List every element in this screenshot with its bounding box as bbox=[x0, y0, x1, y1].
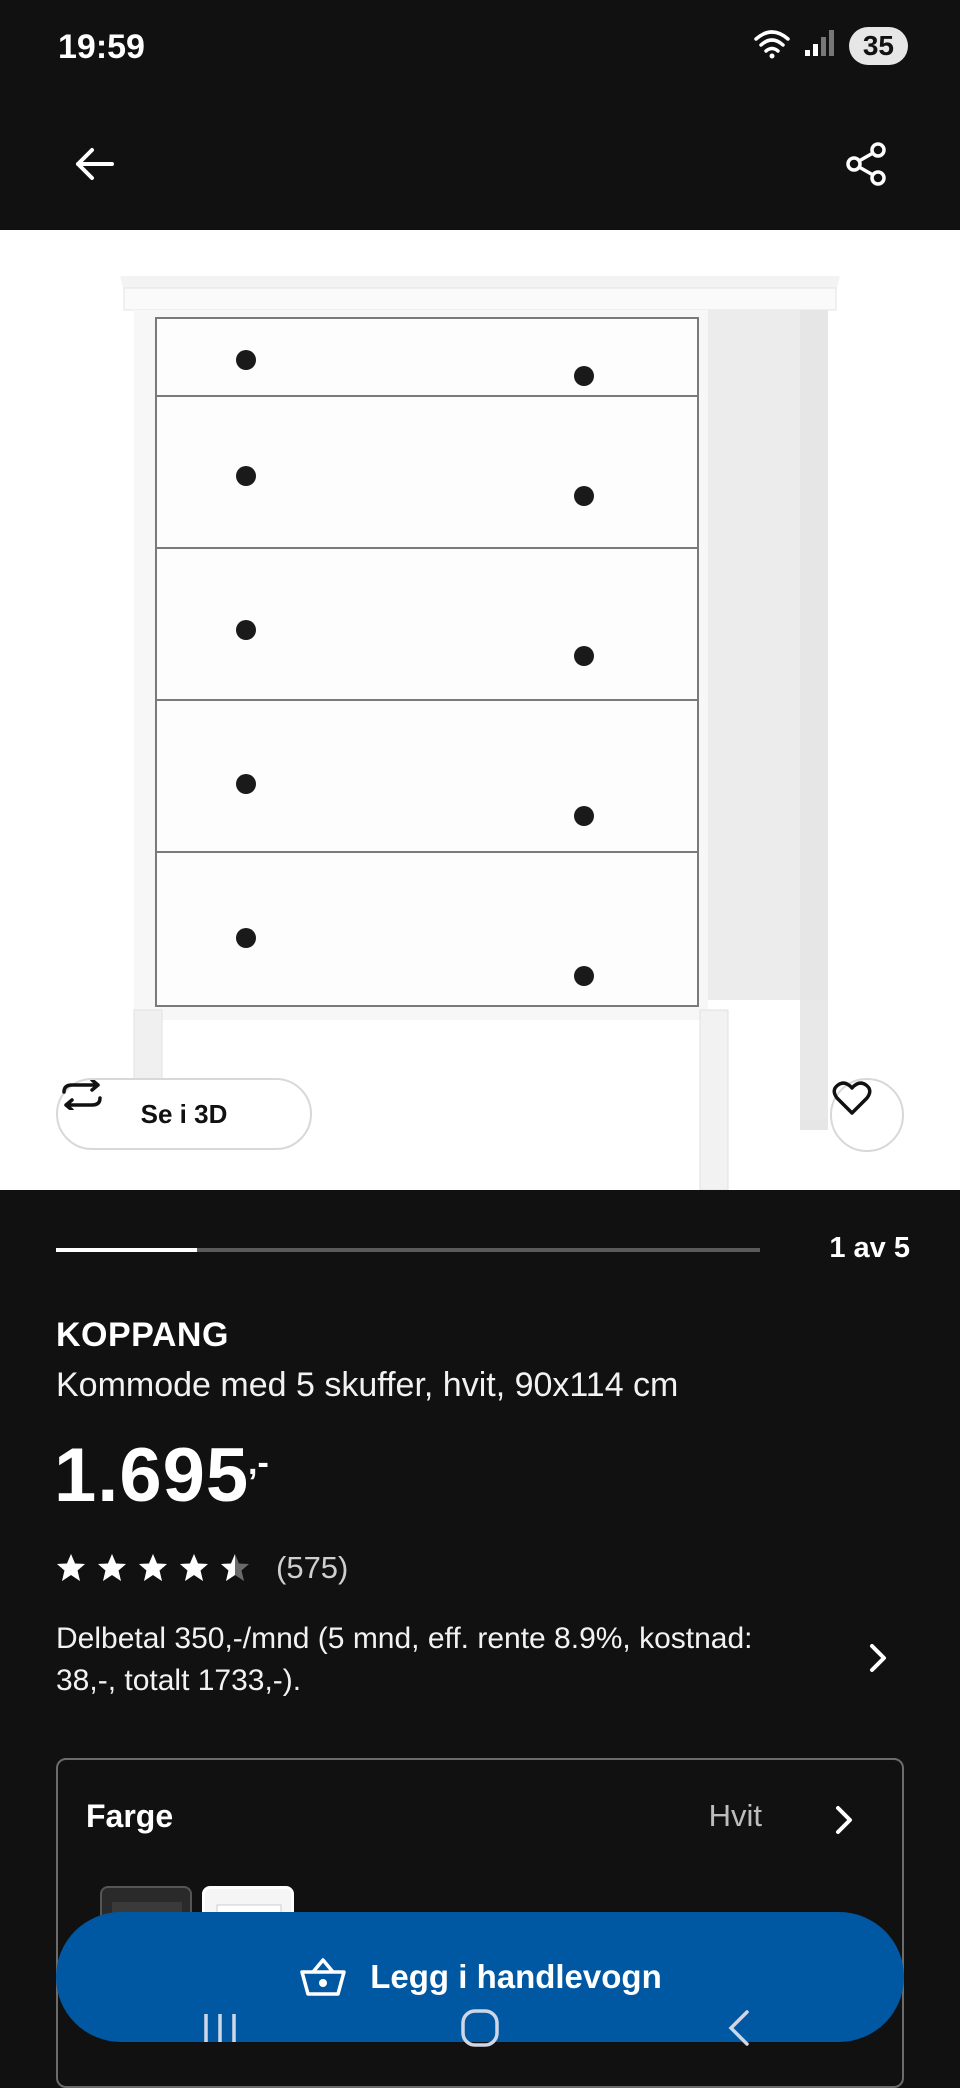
price-suffix: ,- bbox=[248, 1444, 269, 1482]
favorite-button[interactable] bbox=[830, 1078, 904, 1152]
rotate-arrows-icon bbox=[62, 1080, 102, 1110]
product-brand: KOPPANG bbox=[56, 1316, 229, 1354]
status-icons: 35 bbox=[753, 26, 908, 65]
heart-icon bbox=[832, 1081, 872, 1115]
review-count: (575) bbox=[276, 1550, 349, 1585]
chevron-right-icon[interactable] bbox=[858, 1638, 898, 1678]
rating-stars bbox=[56, 1553, 250, 1583]
home-icon bbox=[461, 2009, 499, 2047]
share-button[interactable] bbox=[822, 120, 910, 208]
see-in-3d-button[interactable]: Se i 3D bbox=[56, 1078, 312, 1150]
star-icon bbox=[57, 1554, 85, 1581]
star-icon bbox=[221, 1554, 249, 1581]
color-value: Hvit bbox=[708, 1798, 762, 1833]
battery-icon: 35 bbox=[848, 26, 908, 65]
recent-apps-button[interactable] bbox=[190, 2006, 250, 2050]
product-image[interactable]: Se i 3D bbox=[0, 230, 960, 1190]
share-icon bbox=[846, 142, 886, 186]
color-label: Farge bbox=[86, 1798, 174, 1834]
chevron-right-icon bbox=[836, 1806, 852, 1834]
dresser-illustration bbox=[120, 276, 840, 1190]
see-in-3d-label: Se i 3D bbox=[140, 1098, 228, 1129]
recent-apps-icon bbox=[204, 2014, 236, 2042]
gallery-progress-fill bbox=[56, 1248, 197, 1252]
add-to-cart-label: Legg i handlevogn bbox=[370, 1958, 662, 1995]
back-button[interactable] bbox=[50, 120, 138, 208]
star-icon bbox=[98, 1554, 126, 1581]
product-description: Kommode med 5 skuffer, hvit, 90x114 cm bbox=[56, 1366, 679, 1404]
battery-level: 35 bbox=[862, 29, 894, 61]
signal-icon bbox=[803, 28, 837, 63]
wifi-icon bbox=[753, 26, 791, 65]
star-icon bbox=[180, 1554, 208, 1581]
back-icon bbox=[728, 2010, 749, 2046]
status-time: 19:59 bbox=[58, 28, 145, 66]
gallery-counter: 1 av 5 bbox=[829, 1232, 910, 1264]
gallery-progress bbox=[56, 1248, 760, 1252]
home-button[interactable] bbox=[450, 2006, 510, 2050]
star-icon bbox=[139, 1554, 167, 1581]
status-bar: 19:59 35 bbox=[0, 0, 960, 100]
product-rating[interactable]: (575) bbox=[56, 1550, 348, 1586]
nav-back-button[interactable] bbox=[710, 2006, 770, 2050]
app-bar bbox=[0, 100, 960, 230]
financing-info[interactable]: Delbetal 350,-/mnd (5 mnd, eff. rente 8.… bbox=[56, 1618, 816, 1702]
basket-icon bbox=[300, 1958, 346, 1996]
system-nav-bar bbox=[0, 2000, 960, 2056]
arrow-left-icon bbox=[76, 148, 114, 180]
product-price: 1.695 bbox=[54, 1433, 250, 1518]
